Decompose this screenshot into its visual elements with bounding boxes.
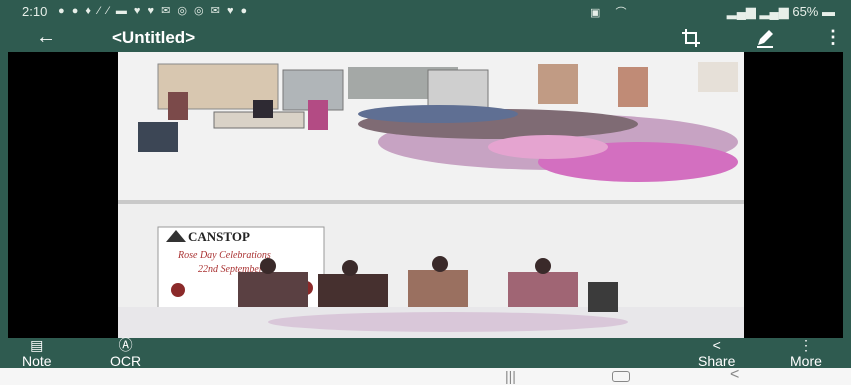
scanned-photo[interactable]: CANSTOP Rose Day Celebrations 22nd Septe… xyxy=(118,52,744,338)
notification-icons: ● ● ♦ ⁄ ⁄ ▬ ♥ ♥ ✉ ◎ ◎ ✉ ♥ ● xyxy=(58,5,250,17)
system-nav-bar: ||| < xyxy=(0,366,851,385)
share-button[interactable]: < Share xyxy=(698,338,735,368)
app-bar: ← <Untitled> ⋮ xyxy=(0,24,851,52)
status-time: 2:10 xyxy=(22,4,48,19)
ocr-icon: Ⓐ xyxy=(118,337,133,353)
note-button[interactable]: ▤ Note xyxy=(22,338,52,368)
document-viewer: CANSTOP Rose Day Celebrations 22nd Septe… xyxy=(8,52,843,338)
more-label: More xyxy=(790,353,822,369)
status-bar: 2:10 ● ● ♦ ⁄ ⁄ ▬ ♥ ♥ ✉ ◎ ◎ ✉ ♥ ● ▣ ⌒ ▂▄▆… xyxy=(0,0,851,24)
banner-line1: Rose Day Celebrations xyxy=(177,250,271,261)
battery-indicator: ▂▄▆ ▂▄▆ 65% ▬ xyxy=(727,4,835,20)
note-label: Note xyxy=(22,353,52,369)
back-arrow-icon[interactable]: ← xyxy=(36,26,56,48)
banner-brand: CANSTOP xyxy=(188,229,250,244)
crop-icon[interactable] xyxy=(680,27,702,49)
more-icon: ⋮ xyxy=(798,337,813,353)
signal-icon: ▂▄▆ ▂▄▆ xyxy=(726,4,793,19)
page-title: <Untitled> xyxy=(112,28,196,47)
bottom-toolbar: ▤ Note Ⓐ OCR < Share ⋮ More xyxy=(0,338,851,368)
overflow-menu-icon[interactable]: ⋮ xyxy=(824,27,842,48)
more-button[interactable]: ⋮ More xyxy=(790,338,822,368)
ocr-button[interactable]: Ⓐ OCR xyxy=(110,338,141,368)
pencil-icon[interactable] xyxy=(754,27,776,49)
home-icon[interactable] xyxy=(612,371,630,382)
system-icons: ▣ ⌒ xyxy=(590,7,633,19)
recent-apps-icon[interactable]: ||| xyxy=(505,368,516,384)
share-icon: < xyxy=(712,337,721,353)
back-nav-icon[interactable]: < xyxy=(730,366,739,384)
note-icon: ▤ xyxy=(30,337,44,353)
battery-icon: ▬ xyxy=(822,4,835,19)
photo-illustration: CANSTOP Rose Day Celebrations 22nd Septe… xyxy=(118,52,744,338)
ocr-label: OCR xyxy=(110,353,142,369)
battery-percent: 65% xyxy=(792,4,819,19)
